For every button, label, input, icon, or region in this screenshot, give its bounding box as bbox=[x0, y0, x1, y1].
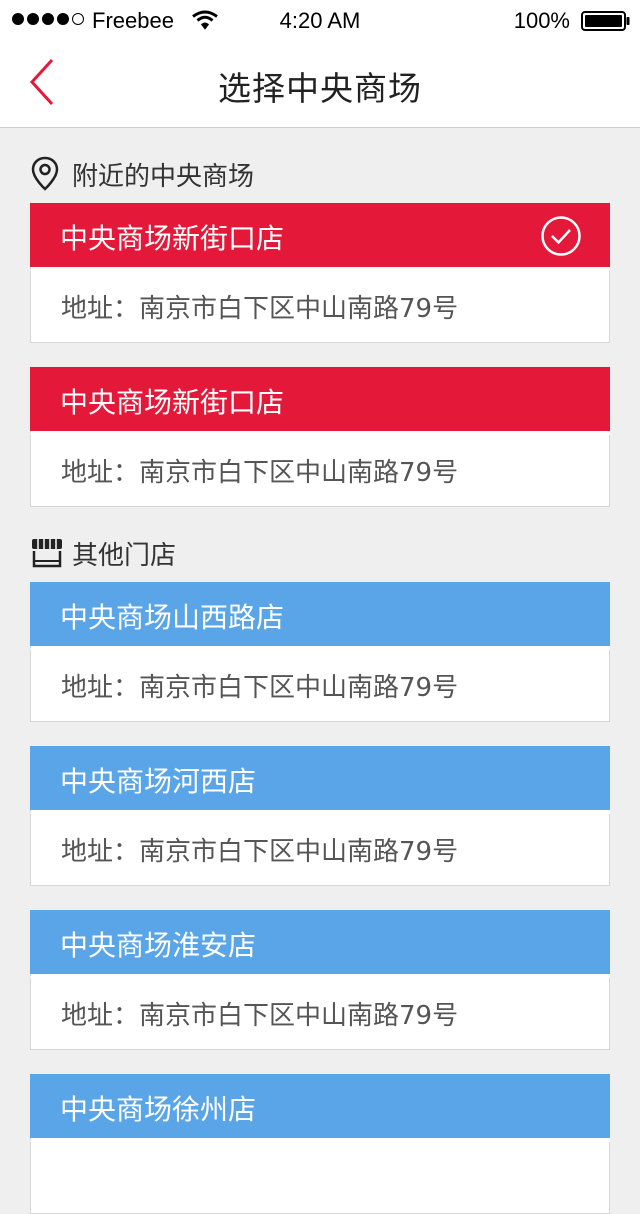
store-card-nearby-1[interactable]: 中央商场新街口店 地址：南京市白下区中山南路79号 bbox=[30, 203, 610, 343]
store-card-header: 中央商场新街口店 bbox=[30, 203, 610, 271]
store-name: 中央商场新街口店 bbox=[60, 386, 285, 419]
store-card-header: 中央商场新街口店 bbox=[30, 367, 610, 435]
check-circle-icon bbox=[541, 216, 581, 256]
store-card-other-4[interactable]: 中央商场徐州店 bbox=[30, 1074, 610, 1214]
store-address: 地址：南京市白下区中山南路79号 bbox=[61, 1001, 459, 1031]
status-bar: Freebee 4:20 AM 100% bbox=[0, 0, 640, 40]
store-card-other-1[interactable]: 中央商场山西路店 地址：南京市白下区中山南路79号 bbox=[30, 582, 610, 722]
other-stores-section-title: 其他门店 bbox=[72, 541, 177, 571]
store-name: 中央商场徐州店 bbox=[60, 1093, 257, 1126]
store-card-header: 中央商场河西店 bbox=[30, 746, 610, 814]
store-card-header: 中央商场徐州店 bbox=[30, 1074, 610, 1142]
battery-percentage: 100% bbox=[513, 8, 570, 33]
storefront-icon bbox=[32, 539, 62, 568]
battery-icon bbox=[581, 11, 630, 31]
store-card-other-3[interactable]: 中央商场淮安店 地址：南京市白下区中山南路79号 bbox=[30, 910, 610, 1050]
store-address: 地址：南京市白下区中山南路79号 bbox=[61, 673, 459, 703]
store-card-header: 中央商场山西路店 bbox=[30, 582, 610, 650]
nearby-section-title: 附近的中央商场 bbox=[72, 162, 255, 192]
store-address: 地址：南京市白下区中山南路79号 bbox=[61, 294, 459, 324]
store-address: 地址：南京市白下区中山南路79号 bbox=[61, 837, 459, 867]
store-card-other-2[interactable]: 中央商场河西店 地址：南京市白下区中山南路79号 bbox=[30, 746, 610, 886]
store-name: 中央商场新街口店 bbox=[60, 222, 285, 255]
page-title: 选择中央商场 bbox=[218, 69, 422, 108]
store-address: 地址：南京市白下区中山南路79号 bbox=[61, 458, 459, 488]
store-name: 中央商场山西路店 bbox=[60, 601, 285, 634]
store-name: 中央商场淮安店 bbox=[60, 929, 257, 962]
location-pin-icon bbox=[31, 156, 59, 191]
store-name: 中央商场河西店 bbox=[60, 765, 257, 798]
navigation-bar: 选择中央商场 bbox=[0, 40, 640, 128]
store-card-header: 中央商场淮安店 bbox=[30, 910, 610, 978]
store-card-nearby-2[interactable]: 中央商场新街口店 地址：南京市白下区中山南路79号 bbox=[30, 367, 610, 507]
